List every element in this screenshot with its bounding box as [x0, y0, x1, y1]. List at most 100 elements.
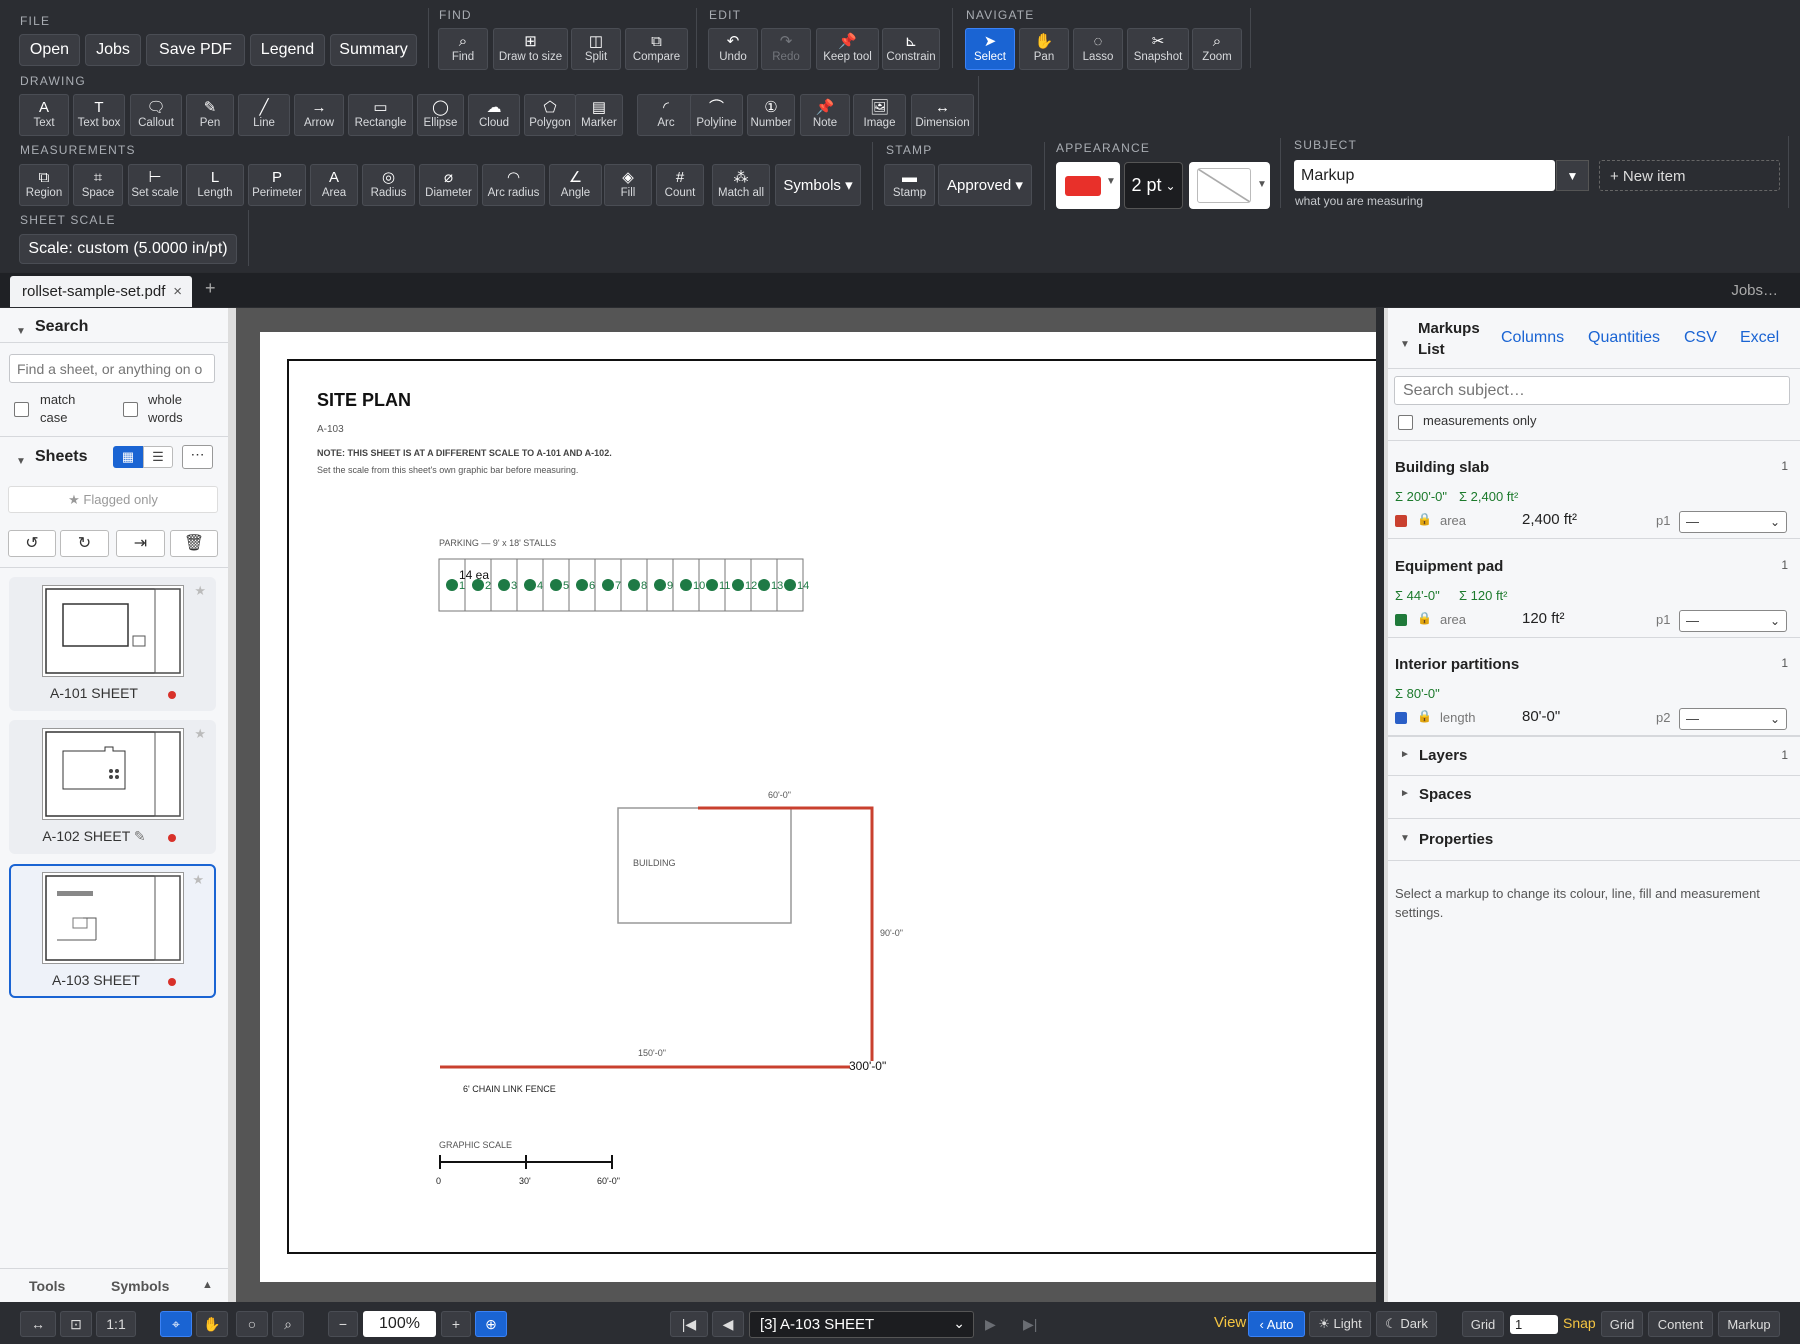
lock-icon[interactable]: 🔒: [1417, 709, 1432, 723]
markup-status-select[interactable]: — ⌄: [1679, 708, 1787, 730]
line-width-select[interactable]: 2 pt ⌄: [1124, 162, 1183, 209]
light-theme-button[interactable]: ☀ Light: [1309, 1311, 1371, 1337]
find-compare-tool[interactable]: ⧉ Compare: [625, 28, 688, 70]
draw-callout-tool[interactable]: 🗨 Callout: [130, 94, 182, 136]
find-find-tool[interactable]: ⌕ Find: [438, 28, 488, 70]
measure-area-tool[interactable]: A Area: [310, 164, 358, 206]
measure-perimeter-tool[interactable]: P Perimeter: [248, 164, 306, 206]
list-view-icon[interactable]: ☰: [143, 446, 173, 468]
measure-count-tool[interactable]: # Count: [656, 164, 704, 206]
sheet-thumbnail-a101[interactable]: A-101 SHEET ★: [9, 577, 216, 711]
draw-marker-tool[interactable]: ▤ Marker: [575, 94, 623, 136]
fill-picker[interactable]: ▼: [1189, 162, 1270, 209]
edit-constrain-tool[interactable]: ⊾ Constrain: [882, 28, 940, 70]
prev-page-icon[interactable]: ◀: [712, 1311, 744, 1337]
page-select[interactable]: [3] A-103 SHEET ⌄: [749, 1311, 974, 1338]
grid-toggle-button[interactable]: Grid: [1462, 1311, 1504, 1337]
draw-arrow-tool[interactable]: → Arrow: [294, 94, 344, 136]
sheet-scale-button[interactable]: Scale: custom (5.0000 in/pt): [19, 234, 237, 264]
quantities-link[interactable]: Quantities: [1588, 329, 1660, 347]
edit-undo-tool[interactable]: ↶ Undo: [708, 28, 758, 70]
sheet-thumbnail-a103[interactable]: A-103 SHEET ★: [9, 864, 216, 998]
rotate-ccw-icon[interactable]: ↺: [8, 530, 56, 557]
star-icon[interactable]: ★: [194, 726, 206, 742]
nav-zoom-tool[interactable]: ⌕ Zoom: [1192, 28, 1242, 70]
zoom-target-icon[interactable]: ⊕: [475, 1311, 507, 1337]
move-sheet-icon[interactable]: ⇥: [116, 530, 165, 557]
measure-space-tool[interactable]: ⌗ Space: [73, 164, 123, 206]
lasso-mode-icon[interactable]: ○: [236, 1311, 268, 1337]
auto-theme-button[interactable]: ‹ Auto: [1248, 1311, 1305, 1337]
drawing-canvas[interactable]: 1 2 3 4 5 6 7 8 9 10 11 12 13 14 SITE PLAN A-103 NOTE…: [236, 308, 1376, 1302]
draw-note-tool[interactable]: 📌 Note: [800, 94, 850, 136]
measure-radius-tool[interactable]: ◎ Radius: [362, 164, 415, 206]
layers-section[interactable]: ► Layers 1: [1388, 737, 1800, 775]
measure-set-scale-tool[interactable]: ⊢ Set scale: [128, 164, 182, 206]
measure-arc-radius-tool[interactable]: ◠ Arc radius: [482, 164, 545, 206]
nav-snapshot-tool[interactable]: ✂ Snapshot: [1127, 28, 1189, 70]
flagged-only-toggle[interactable]: ★ Flagged only: [8, 486, 218, 513]
symbols-dropdown[interactable]: Symbols ▾: [775, 164, 861, 206]
lock-icon[interactable]: 🔒: [1417, 611, 1432, 625]
spaces-section[interactable]: ► Spaces: [1388, 776, 1800, 814]
select-mode-icon[interactable]: ⌖: [160, 1311, 192, 1337]
find-split-tool[interactable]: ◫ Split: [571, 28, 621, 70]
measure-length-tool[interactable]: L Length: [186, 164, 244, 206]
whole-words-checkbox[interactable]: [123, 402, 138, 417]
draw-arc-tool[interactable]: ◜ Arc: [637, 94, 695, 136]
search-section-toggle[interactable]: ▼: [16, 321, 26, 339]
edit-redo-tool[interactable]: ↷ Redo: [761, 28, 811, 70]
tools-tab[interactable]: Tools: [29, 1278, 65, 1294]
draw-line-tool[interactable]: ╱ Line: [238, 94, 290, 136]
nav-pan-tool[interactable]: ✋ Pan: [1019, 28, 1069, 70]
snap-grid-button[interactable]: Grid: [1601, 1311, 1643, 1337]
trash-icon[interactable]: 🗑: [170, 530, 218, 557]
draw-dimension-tool[interactable]: ↔ Dimension: [911, 94, 974, 136]
subject-search-input[interactable]: [1394, 376, 1790, 405]
last-page-icon[interactable]: ▶|: [1023, 1316, 1037, 1333]
draw-ellipse-tool[interactable]: ◯ Ellipse: [417, 94, 464, 136]
more-options-icon[interactable]: ⋯: [182, 445, 213, 469]
properties-section[interactable]: ▼ Properties: [1388, 819, 1800, 857]
markup-status-select[interactable]: — ⌄: [1679, 610, 1787, 632]
snap-markup-button[interactable]: Markup: [1718, 1311, 1780, 1337]
markups-section-toggle[interactable]: ▼: [1400, 334, 1410, 352]
zoom-out-button[interactable]: −: [328, 1311, 358, 1337]
draw-pen-tool[interactable]: ✎ Pen: [186, 94, 234, 136]
measure-fill-tool[interactable]: ◈ Fill: [604, 164, 652, 206]
new-item-button[interactable]: + New item: [1599, 160, 1780, 191]
panel-resizer[interactable]: [228, 308, 236, 1302]
excel-link[interactable]: Excel: [1740, 329, 1779, 347]
actual-size-button[interactable]: 1:1: [96, 1311, 136, 1337]
jobs-link[interactable]: Jobs…: [1731, 282, 1778, 299]
measurements-only-checkbox[interactable]: [1398, 415, 1413, 430]
stamp-select[interactable]: Approved ▾: [938, 164, 1032, 206]
grid-size-input[interactable]: 1: [1510, 1315, 1558, 1334]
pan-mode-icon[interactable]: ✋: [196, 1311, 228, 1337]
measure-diameter-tool[interactable]: ⌀ Diameter: [419, 164, 478, 206]
zoom-mode-icon[interactable]: ⌕: [272, 1311, 304, 1337]
sheets-section-toggle[interactable]: ▼: [16, 451, 26, 469]
zoom-level-input[interactable]: 100%: [363, 1311, 436, 1337]
nav-select-tool[interactable]: ➤ Select: [965, 28, 1015, 70]
lock-icon[interactable]: 🔒: [1417, 512, 1432, 526]
measure-match-all-tool[interactable]: ⁂ Match all: [712, 164, 770, 206]
draw-image-tool[interactable]: 🖼 Image: [853, 94, 906, 136]
legend-button[interactable]: Legend: [250, 34, 325, 66]
first-page-icon[interactable]: |◀: [670, 1311, 708, 1337]
chevron-up-icon[interactable]: ▲: [202, 1279, 213, 1291]
columns-link[interactable]: Columns: [1501, 329, 1564, 347]
open-button[interactable]: Open: [19, 34, 80, 66]
csv-link[interactable]: CSV: [1684, 329, 1717, 347]
draw-text-tool[interactable]: A Text: [19, 94, 69, 136]
match-case-checkbox[interactable]: [14, 402, 29, 417]
nav-lasso-tool[interactable]: ◌ Lasso: [1073, 28, 1123, 70]
dark-theme-button[interactable]: ☾ Dark: [1376, 1311, 1437, 1337]
star-icon[interactable]: ★: [194, 583, 206, 599]
color-picker[interactable]: ▼: [1056, 162, 1120, 209]
sheet-search-input[interactable]: [9, 354, 215, 383]
draw-cloud-tool[interactable]: ☁ Cloud: [468, 94, 520, 136]
symbols-tab[interactable]: Symbols: [111, 1278, 169, 1294]
stamp-tool[interactable]: ▬ Stamp: [884, 164, 935, 206]
fit-page-icon[interactable]: ⊡: [60, 1311, 92, 1337]
